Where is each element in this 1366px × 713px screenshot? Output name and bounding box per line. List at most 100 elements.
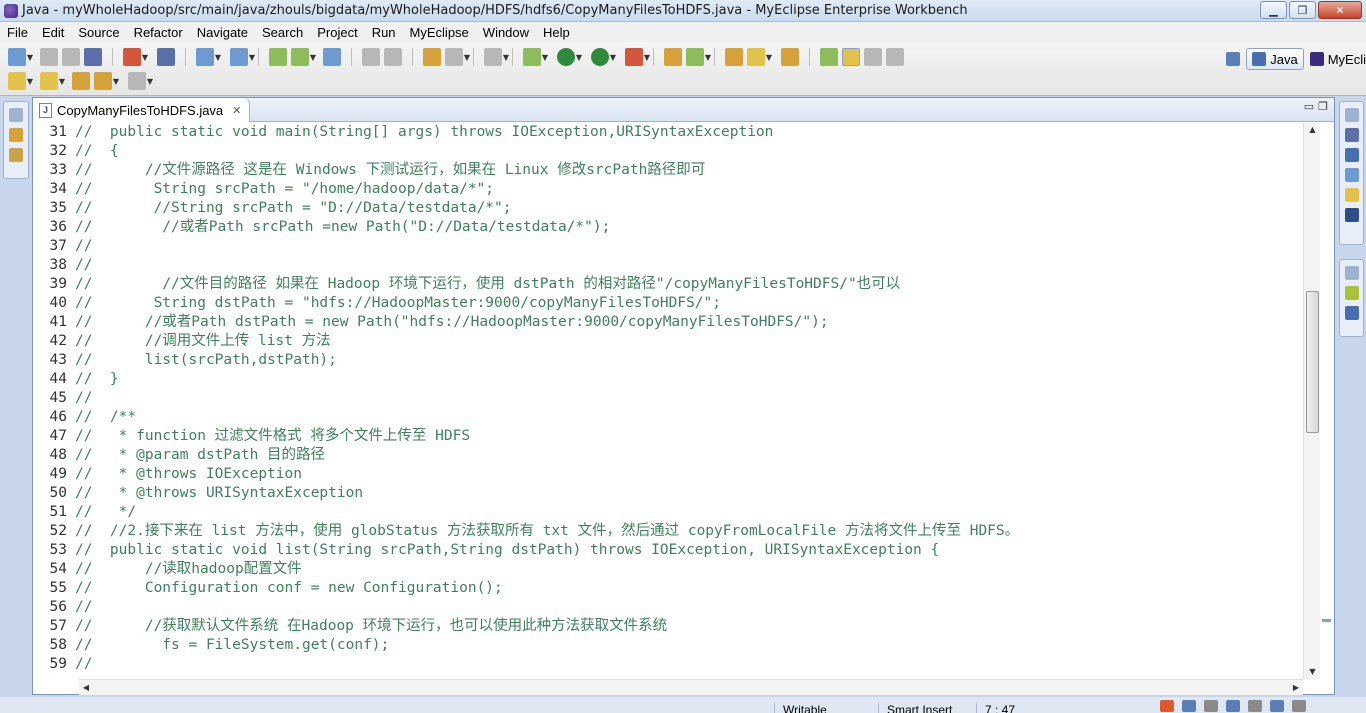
code-text-area[interactable]: 31 // public static void main(String[] ar…	[33, 123, 1303, 679]
menu-file[interactable]: File	[0, 25, 35, 40]
code-line[interactable]: 45 //	[33, 389, 1303, 408]
save-icon[interactable]	[40, 48, 58, 66]
open-type-icon[interactable]: ▼	[196, 48, 221, 66]
code-line[interactable]: 44 // }	[33, 370, 1303, 389]
save-all-icon[interactable]	[62, 48, 80, 66]
code-line[interactable]: 54 // //读取hadoop配置文件	[33, 560, 1303, 579]
declaration-icon[interactable]	[1344, 168, 1359, 182]
back-history-icon[interactable]	[362, 48, 380, 66]
tray-icon[interactable]	[1270, 700, 1284, 712]
menu-help[interactable]: Help	[536, 25, 577, 40]
code-line[interactable]: 35 // //String srcPath = "D://Data/testda…	[33, 199, 1303, 218]
scroll-up-arrow-icon[interactable]: ▲	[1304, 123, 1321, 137]
menu-refactor[interactable]: Refactor	[127, 25, 190, 40]
maximize-icon[interactable]: ❐	[1318, 100, 1328, 113]
minimize-icon[interactable]: ▭	[1304, 100, 1314, 113]
code-line[interactable]: 56 //	[33, 598, 1303, 617]
code-line[interactable]: 51 // */	[33, 503, 1303, 522]
server-icon[interactable]	[157, 48, 175, 66]
code-line[interactable]: 31 // public static void main(String[] ar…	[33, 123, 1303, 142]
globe-icon[interactable]	[323, 48, 341, 66]
hierarchy-icon[interactable]	[9, 148, 23, 162]
code-line[interactable]: 59 //	[33, 655, 1303, 674]
back-icon[interactable]: ▼	[94, 72, 119, 90]
minimize-window-button[interactable]: ▁	[1260, 1, 1287, 19]
open-declaration-icon[interactable]	[423, 48, 441, 66]
menu-myeclipse[interactable]: MyEclipse	[403, 25, 476, 40]
code-line[interactable]: 58 // fs = FileSystem.get(conf);	[33, 636, 1303, 655]
toggle-mark-occurrences-icon[interactable]	[820, 48, 838, 66]
camera-icon[interactable]: ▼	[484, 48, 509, 66]
open-perspective-icon[interactable]	[1226, 52, 1241, 66]
code-line[interactable]: 36 // //或者Path srcPath =new Path("D://Dat…	[33, 218, 1303, 237]
javadoc-icon[interactable]	[1344, 148, 1359, 162]
print-icon[interactable]	[84, 48, 102, 66]
menu-search[interactable]: Search	[255, 25, 310, 40]
code-line[interactable]: 38 //	[33, 256, 1303, 275]
annotation-icon[interactable]: ▼	[747, 48, 772, 66]
tray-icon[interactable]	[1204, 700, 1218, 712]
tray-icon[interactable]	[1182, 700, 1196, 712]
menu-navigate[interactable]: Navigate	[190, 25, 255, 40]
code-line[interactable]: 48 // * @param dstPath 目的路径	[33, 446, 1303, 465]
console-icon[interactable]	[1344, 208, 1359, 222]
show-whitespace-icon[interactable]	[886, 48, 904, 66]
run-icon[interactable]: ▼	[557, 48, 582, 66]
code-line[interactable]: 33 // //文件源路径 这是在 Windows 下测试运行，如果在 Linux…	[33, 161, 1303, 180]
code-line[interactable]: 46 // /**	[33, 408, 1303, 427]
tray-icon[interactable]	[1248, 700, 1262, 712]
restore-view-icon[interactable]	[1344, 108, 1359, 122]
last-edit-location-icon[interactable]	[72, 72, 90, 90]
code-line[interactable]: 50 // * @throws URISyntaxException	[33, 484, 1303, 503]
coverage-icon[interactable]: ▼	[625, 48, 650, 66]
restore-view-icon[interactable]	[1344, 266, 1359, 280]
servers-icon[interactable]	[1344, 188, 1359, 202]
code-line[interactable]: 32 // {	[33, 142, 1303, 161]
search-icon[interactable]: ▼	[230, 48, 255, 66]
code-line[interactable]: 57 // //获取默认文件系统 在Hadoop 环境下运行，也可以使用此种方法获…	[33, 617, 1303, 636]
menu-edit[interactable]: Edit	[35, 25, 71, 40]
highlight-icon[interactable]	[842, 48, 860, 66]
code-line[interactable]: 37 //	[33, 237, 1303, 256]
horizontal-scrollbar[interactable]: ◀ ▶	[79, 679, 1303, 695]
next-annotation-icon[interactable]: ▼	[8, 72, 33, 90]
close-tab-icon[interactable]: ✕	[232, 104, 241, 117]
menu-source[interactable]: Source	[71, 25, 126, 40]
code-line[interactable]: 47 // * function 过滤文件格式 将多个文件上传至 HDFS	[33, 427, 1303, 446]
vertical-scroll-thumb[interactable]	[1306, 291, 1319, 433]
overview-ruler-mark[interactable]	[1322, 619, 1331, 622]
restore-window-button[interactable]: ❐	[1289, 1, 1316, 19]
code-line[interactable]: 53 // public static void list(String srcP…	[33, 541, 1303, 560]
code-line[interactable]: 42 // //调用文件上传 list 方法	[33, 332, 1303, 351]
new-java-project-icon[interactable]	[269, 48, 287, 66]
vertical-scrollbar[interactable]: ▲ ▼	[1303, 123, 1320, 679]
scroll-left-arrow-icon[interactable]: ◀	[79, 680, 93, 696]
overview-ruler[interactable]	[1320, 123, 1334, 679]
close-window-button[interactable]: ✕	[1318, 1, 1362, 19]
input-method-icon[interactable]	[1160, 700, 1174, 712]
run-external-icon[interactable]: ▼	[591, 48, 616, 66]
block-selection-icon[interactable]	[864, 48, 882, 66]
scroll-right-arrow-icon[interactable]: ▶	[1289, 680, 1303, 696]
code-line[interactable]: 49 // * @throws IOException	[33, 465, 1303, 484]
scroll-down-arrow-icon[interactable]: ▼	[1304, 665, 1321, 679]
tray-icon[interactable]	[1226, 700, 1240, 712]
outline-icon[interactable]	[1344, 306, 1359, 320]
code-line[interactable]: 39 // //文件目的路径 如果在 Hadoop 环境下运行，使用 dstPat…	[33, 275, 1303, 294]
code-line[interactable]: 43 // list(srcPath,dstPath);	[33, 351, 1303, 370]
browser-icon[interactable]: ▼	[445, 48, 470, 66]
open-folder-icon[interactable]	[781, 48, 799, 66]
image-preview-icon[interactable]	[1344, 286, 1359, 300]
new-icon[interactable]: ▼	[8, 48, 33, 66]
tab-copymanyfilestohdfs[interactable]: J CopyManyFilesToHDFS.java ✕	[33, 98, 251, 122]
code-line[interactable]: 40 // String dstPath = "hdfs://HadoopMast…	[33, 294, 1303, 313]
forward-history-icon[interactable]	[384, 48, 402, 66]
code-line[interactable]: 34 // String srcPath = "/home/hadoop/data…	[33, 180, 1303, 199]
restore-view-icon[interactable]	[9, 108, 23, 122]
new-class-icon[interactable]	[664, 48, 682, 66]
myeclipse-perspective-button[interactable]: MyEcli	[1309, 52, 1366, 67]
package-explorer-icon[interactable]	[9, 128, 23, 142]
deploy-icon[interactable]: ▼	[123, 48, 148, 66]
code-line[interactable]: 52 // //2.接下来在 list 方法中，使用 globStatus 方法获…	[33, 522, 1303, 541]
problems-icon[interactable]	[1344, 128, 1359, 142]
